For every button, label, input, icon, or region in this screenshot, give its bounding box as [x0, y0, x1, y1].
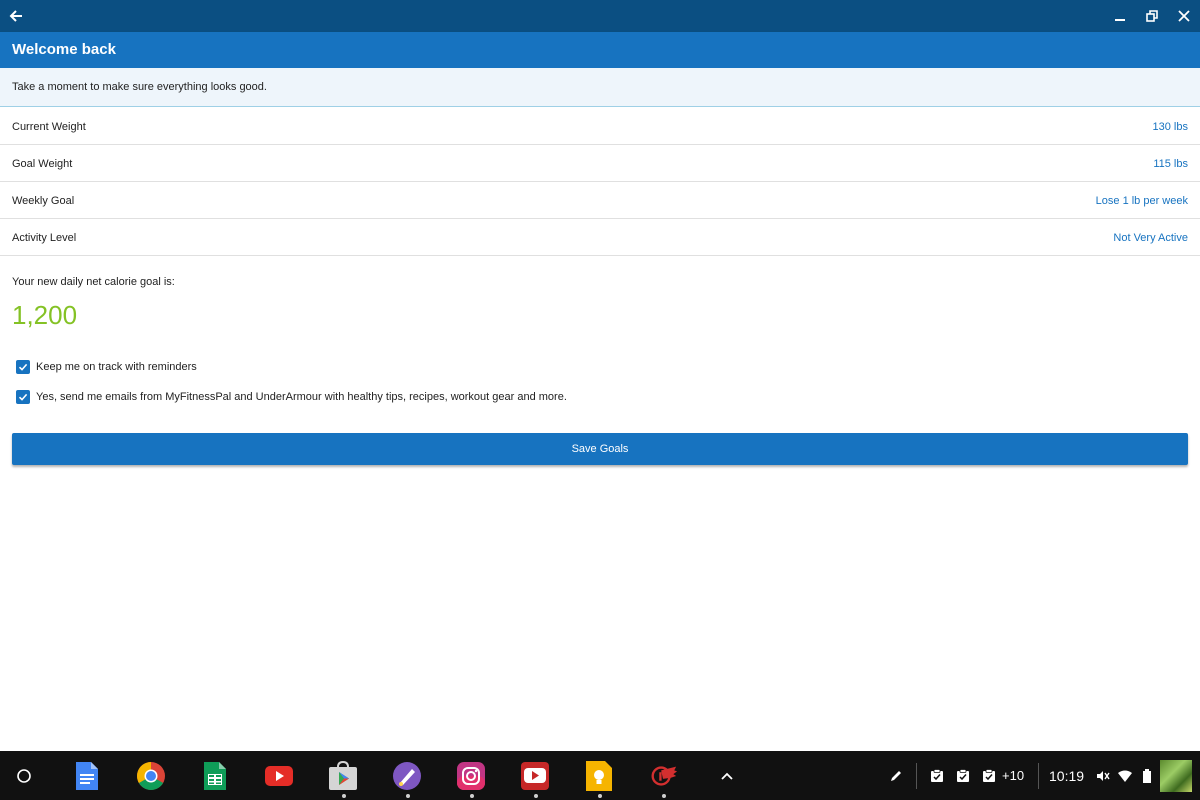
shelf-app-chrome[interactable] [136, 761, 166, 791]
back-button[interactable] [0, 0, 32, 32]
shelf-app-play-store[interactable] [328, 761, 358, 791]
weekly-goal-value[interactable]: Lose 1 lb per week [1096, 195, 1188, 207]
minimize-button[interactable] [1104, 0, 1136, 32]
activity-level-label: Activity Level [12, 232, 77, 244]
instagram-icon [457, 762, 485, 790]
shelf-app-drawing[interactable] [392, 761, 422, 791]
current-weight-label: Current Weight [12, 121, 86, 133]
calorie-goal-label: Your new daily net calorie goal is: [12, 276, 175, 288]
shelf-divider [1038, 763, 1039, 789]
shelf-app-instagram[interactable] [456, 761, 486, 791]
chevron-up-icon [721, 772, 733, 780]
weekly-goal-label: Weekly Goal [12, 195, 75, 207]
launcher-button[interactable] [9, 761, 39, 791]
running-indicator [406, 794, 410, 798]
drawing-app-icon [393, 762, 421, 790]
google-docs-icon [76, 762, 98, 790]
close-icon [1178, 10, 1190, 22]
app-bar: Welcome back [0, 32, 1200, 68]
current-weight-row[interactable]: Current Weight 130 lbs [0, 108, 1200, 145]
google-keep-icon [586, 761, 612, 791]
goal-weight-row[interactable]: Goal Weight 115 lbs [0, 145, 1200, 182]
clipboard-check-icon [931, 769, 943, 782]
shelf-divider [916, 763, 917, 789]
stylus-tools-button[interactable] [881, 761, 911, 791]
shelf-app-sheets[interactable] [200, 761, 230, 791]
clipboard-check-icon [983, 769, 995, 782]
goal-weight-label: Goal Weight [12, 158, 73, 170]
wifi-icon [1118, 770, 1132, 782]
emails-checkbox-label[interactable]: Yes, send me emails from MyFitnessPal an… [36, 391, 567, 403]
launcher-circle-icon [17, 769, 31, 783]
running-indicator [342, 794, 346, 798]
page-title: Welcome back [12, 41, 116, 58]
running-indicator [662, 794, 666, 798]
close-button[interactable] [1168, 0, 1200, 32]
emails-option: Yes, send me emails from MyFitnessPal an… [16, 389, 567, 405]
calorie-goal-value: 1,200 [12, 300, 78, 330]
shelf-app-docs[interactable] [72, 761, 102, 791]
weekly-goal-row[interactable]: Weekly Goal Lose 1 lb per week [0, 182, 1200, 219]
emails-checkbox[interactable] [16, 390, 30, 404]
shelf-app-youtube[interactable] [264, 761, 294, 791]
reminders-checkbox[interactable] [16, 360, 30, 374]
shelf-app-keep[interactable] [584, 761, 614, 791]
shelf-app-youtube-alt[interactable] [520, 761, 550, 791]
activity-level-row[interactable]: Activity Level Not Very Active [0, 219, 1200, 256]
goal-weight-value[interactable]: 115 lbs [1153, 158, 1188, 170]
battery-status[interactable] [1132, 761, 1162, 791]
running-indicator [534, 794, 538, 798]
checkmark-icon [18, 363, 28, 371]
notification-count[interactable]: +10 [1002, 768, 1024, 783]
red-wings-icon [651, 766, 678, 786]
play-store-icon [329, 761, 357, 790]
restore-button[interactable] [1136, 0, 1168, 32]
minimize-icon [1115, 19, 1125, 21]
running-indicator [470, 794, 474, 798]
youtube-app-icon [521, 762, 549, 790]
info-banner-text: Take a moment to make sure everything lo… [12, 81, 267, 93]
os-shelf: +10 10:19 [0, 751, 1200, 800]
running-indicator [598, 794, 602, 798]
volume-mute-icon [1097, 771, 1110, 781]
shelf-expand-button[interactable] [712, 761, 742, 791]
stylus-icon [891, 771, 901, 781]
chrome-icon [137, 762, 165, 790]
current-weight-value[interactable]: 130 lbs [1153, 121, 1188, 133]
arrow-left-icon [9, 10, 22, 22]
info-banner: Take a moment to make sure everything lo… [0, 68, 1200, 107]
clipboard-check-icon [957, 769, 969, 782]
google-sheets-icon [204, 762, 226, 790]
restore-icon [1146, 10, 1158, 22]
checkmark-icon [18, 393, 28, 401]
user-avatar[interactable] [1160, 760, 1192, 792]
activity-level-value[interactable]: Not Very Active [1113, 232, 1188, 244]
battery-icon [1143, 769, 1151, 783]
notification-item[interactable] [974, 761, 1004, 791]
reminders-option: Keep me on track with reminders [16, 359, 197, 375]
save-goals-button[interactable]: Save Goals [12, 433, 1188, 465]
youtube-icon [265, 766, 293, 786]
window-title-bar [0, 0, 1200, 32]
reminders-checkbox-label[interactable]: Keep me on track with reminders [36, 361, 197, 373]
shelf-app-red-wings[interactable] [648, 761, 678, 791]
clock-time[interactable]: 10:19 [1049, 768, 1084, 784]
